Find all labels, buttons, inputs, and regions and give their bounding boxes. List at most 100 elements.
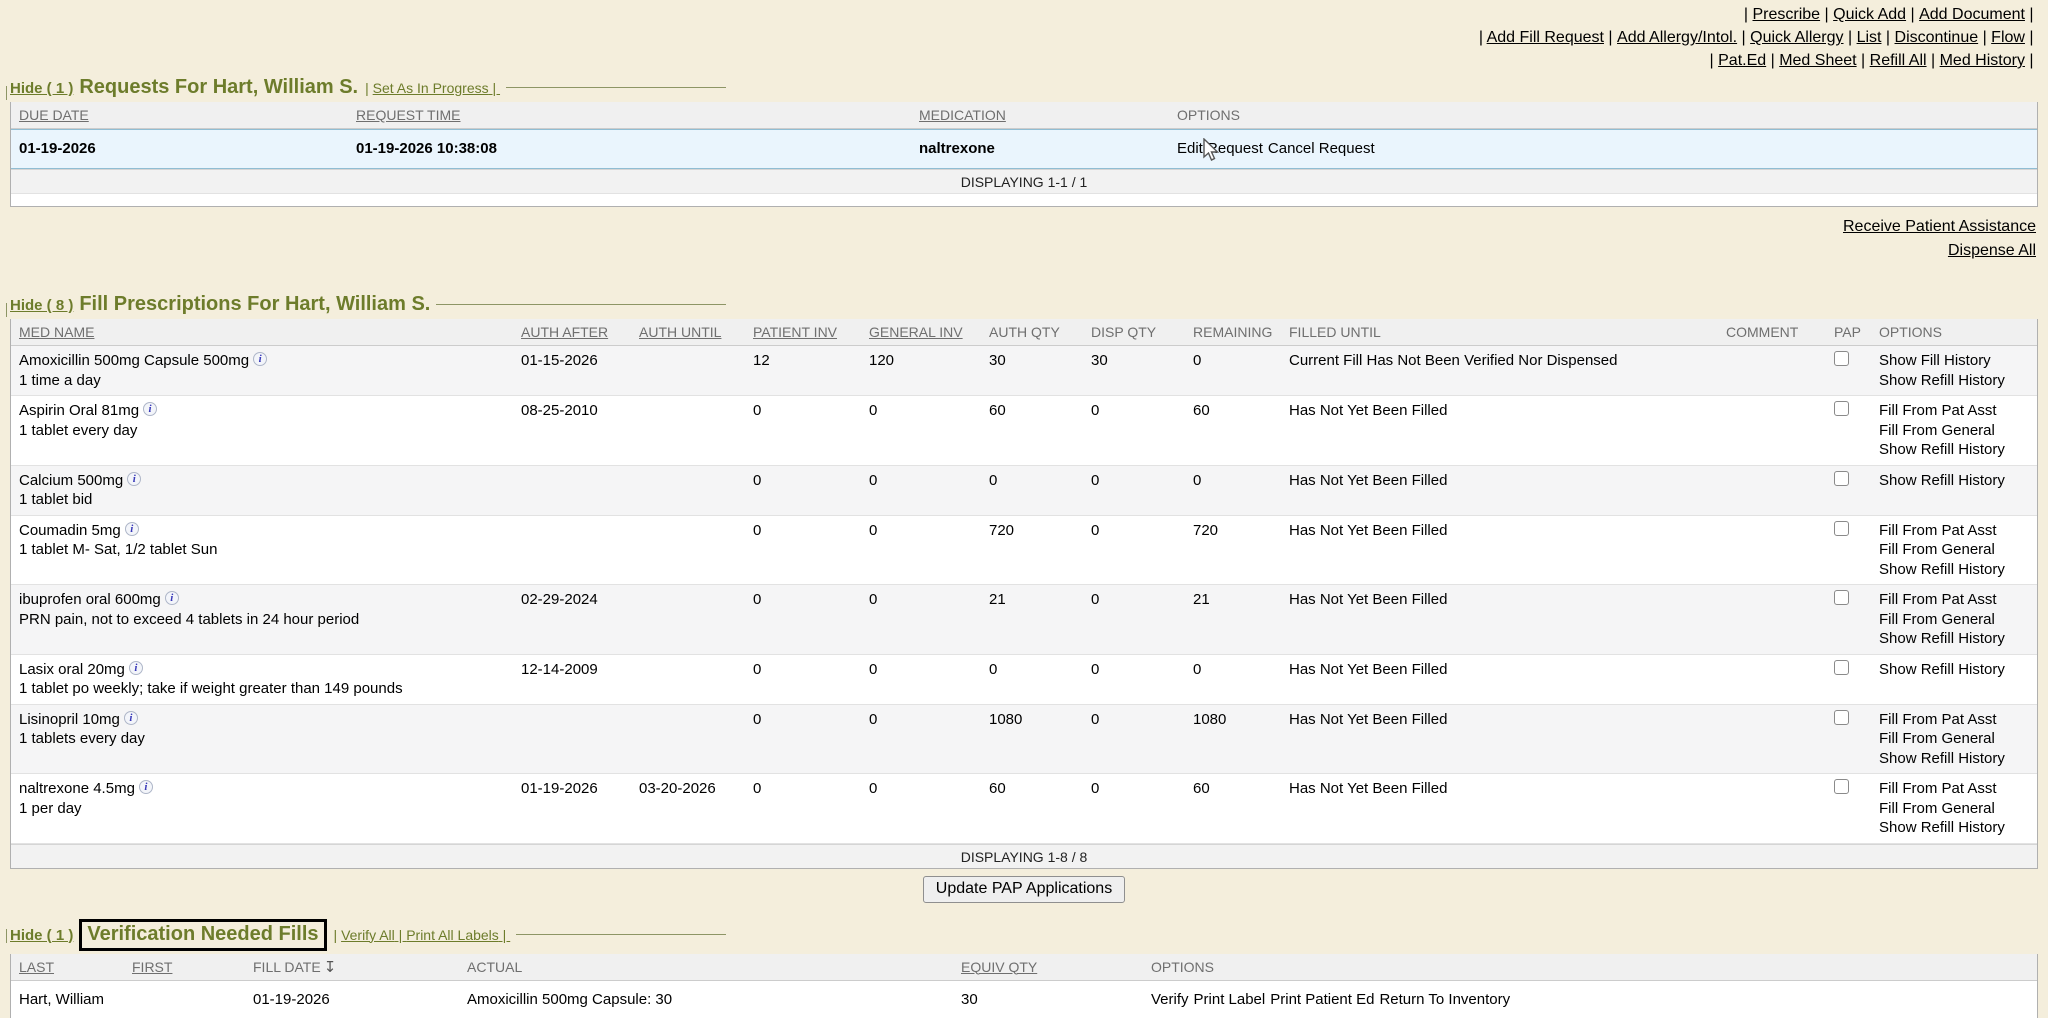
top-nav-link[interactable]: List — [1857, 29, 1895, 46]
column-header-equiv-qty[interactable]: EQUIV QTY — [961, 959, 1151, 975]
pap-checkbox[interactable] — [1834, 351, 1849, 366]
pap-checkbox[interactable] — [1834, 590, 1849, 605]
verification-title: Verification Needed Fills — [79, 919, 326, 951]
top-nav-link[interactable]: Pat.Ed — [1718, 52, 1779, 69]
update-pap-applications-button[interactable]: Update PAP Applications — [923, 876, 1125, 903]
prescription-option-link[interactable]: Fill From General — [1879, 610, 2019, 630]
drug-info-icon[interactable]: i — [253, 352, 267, 366]
request-option-link[interactable]: Edit Request — [1177, 140, 1263, 157]
fill-hide-link[interactable]: Hide ( 8 ) — [10, 297, 73, 314]
pap-button-row: Update PAP Applications — [10, 876, 2038, 903]
top-nav-link[interactable]: Prescribe — [1753, 6, 1834, 23]
comment — [1726, 401, 1834, 460]
prescription-option-link[interactable]: Fill From General — [1879, 729, 2019, 749]
prescription-option-link[interactable]: Fill From General — [1879, 421, 2019, 441]
column-header-first[interactable]: FIRST — [132, 959, 253, 975]
med-name: Aspirin Oral 81mgi — [19, 401, 511, 421]
top-nav-link[interactable]: Flow — [1991, 29, 2038, 46]
requests-hide-link[interactable]: Hide ( 1 ) — [10, 80, 73, 97]
drug-info-icon[interactable]: i — [127, 472, 141, 486]
prescription-option-link[interactable]: Fill From Pat Asst — [1879, 590, 2019, 610]
column-header-medication[interactable]: MEDICATION — [919, 107, 1177, 123]
disp-qty: 0 — [1091, 471, 1193, 510]
dispense-action-link[interactable]: Dispense All — [0, 239, 2036, 263]
prescription-option-link[interactable]: Show Refill History — [1879, 371, 2019, 391]
drug-info-icon[interactable]: i — [125, 522, 139, 536]
column-header-fill-date[interactable]: FILL DATE — [253, 959, 321, 975]
verification-option-link[interactable]: Return To Inventory — [1379, 991, 1510, 1008]
column-header-request-time[interactable]: REQUEST TIME — [356, 107, 919, 123]
column-header-last[interactable]: LAST — [19, 959, 132, 975]
filled-until: Current Fill Has Not Been Verified Nor D… — [1289, 351, 1726, 390]
pap-checkbox[interactable] — [1834, 521, 1849, 536]
verification-action-link[interactable]: Verify All — [341, 927, 406, 943]
remaining: 60 — [1193, 779, 1289, 838]
column-header-med-name[interactable]: MED NAME — [19, 324, 521, 340]
column-header-general-inv[interactable]: GENERAL INV — [869, 324, 989, 340]
filled-until: Has Not Yet Been Filled — [1289, 471, 1726, 510]
prescription-option-link[interactable]: Show Refill History — [1879, 629, 2019, 649]
patient-inv: 12 — [753, 351, 869, 390]
drug-info-icon[interactable]: i — [143, 402, 157, 416]
drug-info-icon[interactable]: i — [129, 661, 143, 675]
column-header-auth-until[interactable]: AUTH UNTIL — [639, 324, 753, 340]
prescription-option-link[interactable]: Fill From General — [1879, 540, 2019, 560]
verification-table-header: LAST FIRST FILL DATE↧ ACTUAL EQUIV QTY O… — [11, 954, 2037, 981]
verification-row: Hart, William 01-19-2026 Amoxicillin 500… — [11, 981, 2037, 1018]
top-nav-link[interactable]: Add Fill Request — [1487, 29, 1617, 46]
top-nav-link[interactable]: Quick Allergy — [1750, 29, 1856, 46]
top-nav-link[interactable]: Add Document — [1919, 6, 2038, 23]
prescription-option-link[interactable]: Show Refill History — [1879, 560, 2019, 580]
auth-qty: 21 — [989, 590, 1091, 649]
verification-hide-link[interactable]: Hide ( 1 ) — [10, 927, 73, 944]
pap-checkbox[interactable] — [1834, 401, 1849, 416]
patient-last-name: Hart, William — [19, 990, 132, 1010]
request-row[interactable]: 01-19-2026 01-19-2026 10:38:08 naltrexon… — [11, 129, 2037, 169]
prescription-option-link[interactable]: Show Refill History — [1879, 440, 2019, 460]
row-options: Fill From Pat AsstFill From GeneralShow … — [1879, 521, 2029, 580]
prescription-option-link[interactable]: Fill From Pat Asst — [1879, 710, 2019, 730]
dispense-action-link[interactable]: Receive Patient Assistance — [0, 215, 2036, 239]
med-sig: 1 tablet bid — [19, 490, 511, 510]
prescription-option-link[interactable]: Fill From General — [1879, 799, 2019, 819]
prescription-option-link[interactable]: Show Fill History — [1879, 351, 2019, 371]
top-nav-row-3: Pat.EdMed SheetRefill AllMed History — [0, 49, 2038, 72]
row-options: Fill From Pat AsstFill From GeneralShow … — [1879, 779, 2029, 838]
column-header-auth-qty: AUTH QTY — [989, 324, 1091, 340]
top-nav-link[interactable]: Refill All — [1870, 52, 1940, 69]
top-nav-link[interactable]: Add Allergy/Intol. — [1617, 29, 1750, 46]
drug-info-icon[interactable]: i — [124, 711, 138, 725]
column-header-due-date[interactable]: DUE DATE — [19, 107, 356, 123]
disp-qty: 0 — [1091, 779, 1193, 838]
prescription-option-link[interactable]: Show Refill History — [1879, 749, 2019, 769]
verification-option-link[interactable]: Verify — [1151, 991, 1189, 1008]
request-option-link[interactable]: Cancel Request — [1268, 140, 1375, 157]
top-nav-link[interactable]: Med History — [1940, 52, 2038, 69]
pap-checkbox[interactable] — [1834, 779, 1849, 794]
pap-checkbox[interactable] — [1834, 660, 1849, 675]
prescription-option-link[interactable]: Fill From Pat Asst — [1879, 521, 2019, 541]
prescription-option-link[interactable]: Show Refill History — [1879, 660, 2019, 680]
prescription-option-link[interactable]: Show Refill History — [1879, 818, 2019, 838]
auth-until — [639, 660, 753, 699]
drug-info-icon[interactable]: i — [165, 591, 179, 605]
column-header-auth-after[interactable]: AUTH AFTER — [521, 324, 639, 340]
verification-action-link[interactable]: Print All Labels — [406, 927, 510, 943]
top-nav-link[interactable]: Med Sheet — [1779, 52, 1869, 69]
column-header-patient-inv[interactable]: PATIENT INV — [753, 324, 869, 340]
pap-checkbox[interactable] — [1834, 710, 1849, 725]
auth-after: 01-15-2026 — [521, 351, 639, 390]
verification-option-link[interactable]: Print Label — [1194, 991, 1266, 1008]
pap-checkbox[interactable] — [1834, 471, 1849, 486]
set-as-in-progress-link[interactable]: Set As In Progress — [373, 80, 500, 96]
prescription-option-link[interactable]: Fill From Pat Asst — [1879, 401, 2019, 421]
filled-until: Has Not Yet Been Filled — [1289, 590, 1726, 649]
top-nav-link[interactable]: Discontinue — [1895, 29, 1992, 46]
verification-option-link[interactable]: Print Patient Ed — [1270, 991, 1374, 1008]
requests-title: Requests For Hart, William S. — [79, 76, 358, 99]
drug-info-icon[interactable]: i — [139, 780, 153, 794]
prescription-option-link[interactable]: Fill From Pat Asst — [1879, 779, 2019, 799]
prescription-option-link[interactable]: Show Refill History — [1879, 471, 2019, 491]
remaining: 720 — [1193, 521, 1289, 580]
top-nav-link[interactable]: Quick Add — [1833, 6, 1919, 23]
